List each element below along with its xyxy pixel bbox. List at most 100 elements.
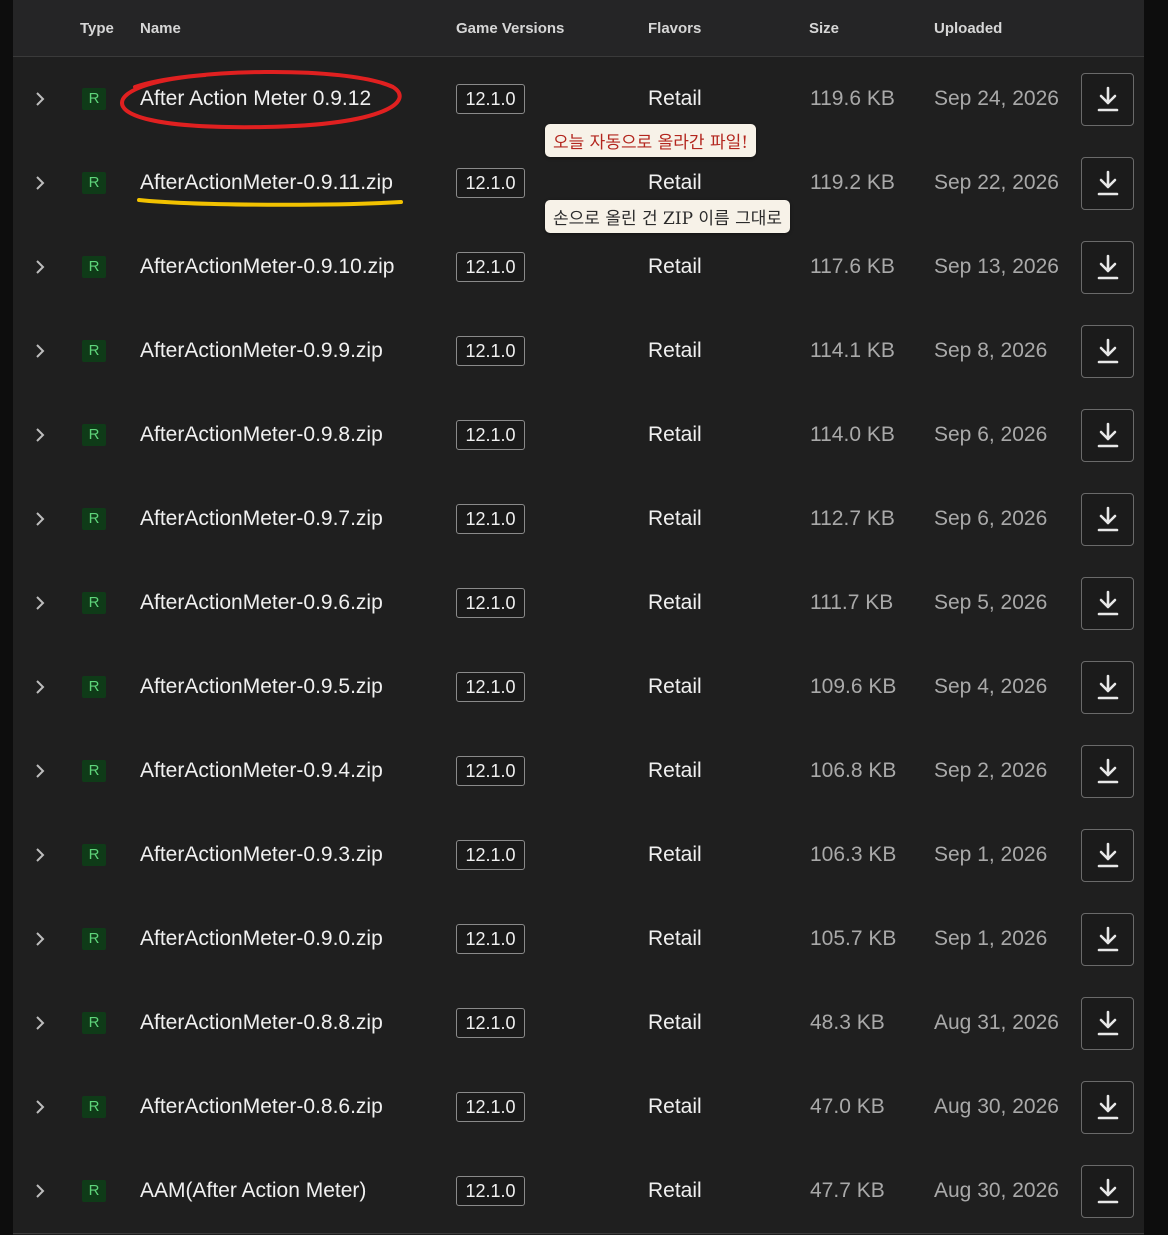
chevron-right-icon[interactable] [31,1013,49,1033]
download-button[interactable] [1081,325,1134,378]
upload-date: Aug 30, 2026 [934,1095,1059,1118]
file-name-link[interactable]: AfterActionMeter-0.9.8.zip [140,423,383,447]
header-size[interactable]: Size [809,20,839,37]
file-name-link[interactable]: AfterActionMeter-0.9.7.zip [140,507,383,531]
upload-date: Sep 4, 2026 [934,675,1048,698]
download-button[interactable] [1081,1165,1134,1218]
download-button[interactable] [1081,73,1134,126]
release-type-badge: R [82,592,106,614]
game-version-badge: 12.1.0 [456,84,525,114]
table-row[interactable]: R AfterActionMeter-0.9.5.zip 12.1.0 Reta… [13,645,1144,730]
chevron-right-icon[interactable] [31,1097,49,1117]
release-type-badge: R [82,424,106,446]
table-row[interactable]: R AfterActionMeter-0.9.8.zip 12.1.0 Reta… [13,393,1144,478]
game-version-badge: 12.1.0 [456,756,525,786]
table-row[interactable]: R AfterActionMeter-0.8.8.zip 12.1.0 Reta… [13,981,1144,1066]
download-button[interactable] [1081,409,1134,462]
table-row[interactable]: R AfterActionMeter-0.9.6.zip 12.1.0 Reta… [13,561,1144,646]
game-version-badge: 12.1.0 [456,420,525,450]
file-size: 114.1 KB [810,339,895,362]
download-icon [1097,674,1119,700]
upload-date: Sep 24, 2026 [934,87,1059,110]
download-button[interactable] [1081,493,1134,546]
download-icon [1097,758,1119,784]
chevron-right-icon[interactable] [31,341,49,361]
file-name-link[interactable]: AAM(After Action Meter) [140,1179,366,1203]
chevron-right-icon[interactable] [31,929,49,949]
download-button[interactable] [1081,997,1134,1050]
file-name-link[interactable]: AfterActionMeter-0.8.6.zip [140,1095,383,1119]
upload-date: Sep 1, 2026 [934,843,1048,866]
game-version-badge: 12.1.0 [456,168,525,198]
upload-date: Sep 5, 2026 [934,591,1048,614]
header-flavors[interactable]: Flavors [648,20,701,37]
file-name-link[interactable]: AfterActionMeter-0.9.9.zip [140,339,383,363]
table-row[interactable]: R AfterActionMeter-0.9.3.zip 12.1.0 Reta… [13,813,1144,898]
game-version-badge: 12.1.0 [456,1008,525,1038]
file-name-link[interactable]: AfterActionMeter-0.9.0.zip [140,927,383,951]
file-size: 119.6 KB [810,87,895,110]
auto-upload-note: 오늘 자동으로 올라간 파일! [545,124,757,157]
table-row[interactable]: R AfterActionMeter-0.9.4.zip 12.1.0 Reta… [13,729,1144,814]
table-header: Type Name Game Versions Flavors Size Upl… [13,0,1144,57]
file-name-link[interactable]: AfterActionMeter-0.9.3.zip [140,843,383,867]
chevron-right-icon[interactable] [31,89,49,109]
chevron-right-icon[interactable] [31,509,49,529]
chevron-right-icon[interactable] [31,761,49,781]
upload-date: Sep 1, 2026 [934,927,1048,950]
download-button[interactable] [1081,157,1134,210]
release-type-badge: R [82,508,106,530]
flavor-label: Retail [648,423,702,446]
file-name-link[interactable]: AfterActionMeter-0.9.4.zip [140,759,383,783]
chevron-right-icon[interactable] [31,425,49,445]
chevron-right-icon[interactable] [31,677,49,697]
red-circle-annotation [120,69,402,130]
chevron-right-icon[interactable] [31,845,49,865]
header-type[interactable]: Type [80,20,114,37]
download-button[interactable] [1081,661,1134,714]
flavor-label: Retail [648,1011,702,1034]
header-uploaded[interactable]: Uploaded [934,20,1002,37]
file-size: 47.7 KB [810,1179,885,1202]
manual-upload-note: 손으로 올린 건 ZIP 이름 그대로 [545,200,791,233]
flavor-label: Retail [648,507,702,530]
download-icon [1097,170,1119,196]
file-name-link[interactable]: AfterActionMeter-0.9.10.zip [140,255,394,279]
chevron-right-icon[interactable] [31,257,49,277]
file-name-link[interactable]: AfterActionMeter-0.8.8.zip [140,1011,383,1035]
chevron-right-icon[interactable] [31,593,49,613]
download-button[interactable] [1081,241,1134,294]
download-icon [1097,506,1119,532]
table-row[interactable]: R AfterActionMeter-0.9.9.zip 12.1.0 Reta… [13,309,1144,394]
file-name-link[interactable]: AfterActionMeter-0.9.5.zip [140,675,383,699]
table-row[interactable]: R AfterActionMeter-0.9.10.zip 12.1.0 Ret… [13,225,1144,310]
flavor-label: Retail [648,927,702,950]
download-button[interactable] [1081,745,1134,798]
header-name[interactable]: Name [140,20,181,37]
release-type-badge: R [82,1180,106,1202]
upload-date: Aug 31, 2026 [934,1011,1059,1034]
chevron-right-icon[interactable] [31,173,49,193]
file-size: 111.7 KB [810,591,894,614]
table-row[interactable]: R AfterActionMeter-0.8.6.zip 12.1.0 Reta… [13,1065,1144,1150]
download-icon [1097,590,1119,616]
upload-date: Sep 6, 2026 [934,507,1048,530]
download-button[interactable] [1081,577,1134,630]
download-button[interactable] [1081,913,1134,966]
download-button[interactable] [1081,1081,1134,1134]
table-row[interactable]: R AAM(After Action Meter) 12.1.0 Retail … [13,1149,1144,1234]
game-version-badge: 12.1.0 [456,336,525,366]
game-version-badge: 12.1.0 [456,252,525,282]
download-icon [1097,422,1119,448]
file-size: 109.6 KB [810,675,897,698]
download-button[interactable] [1081,829,1134,882]
table-row[interactable]: R AfterActionMeter-0.9.0.zip 12.1.0 Reta… [13,897,1144,982]
game-version-badge: 12.1.0 [456,588,525,618]
header-game-versions[interactable]: Game Versions [456,20,564,37]
file-name-link[interactable]: AfterActionMeter-0.9.11.zip [140,171,393,195]
download-icon [1097,1178,1119,1204]
yellow-underline-annotation [137,198,403,207]
file-name-link[interactable]: AfterActionMeter-0.9.6.zip [140,591,383,615]
chevron-right-icon[interactable] [31,1181,49,1201]
table-row[interactable]: R AfterActionMeter-0.9.7.zip 12.1.0 Reta… [13,477,1144,562]
